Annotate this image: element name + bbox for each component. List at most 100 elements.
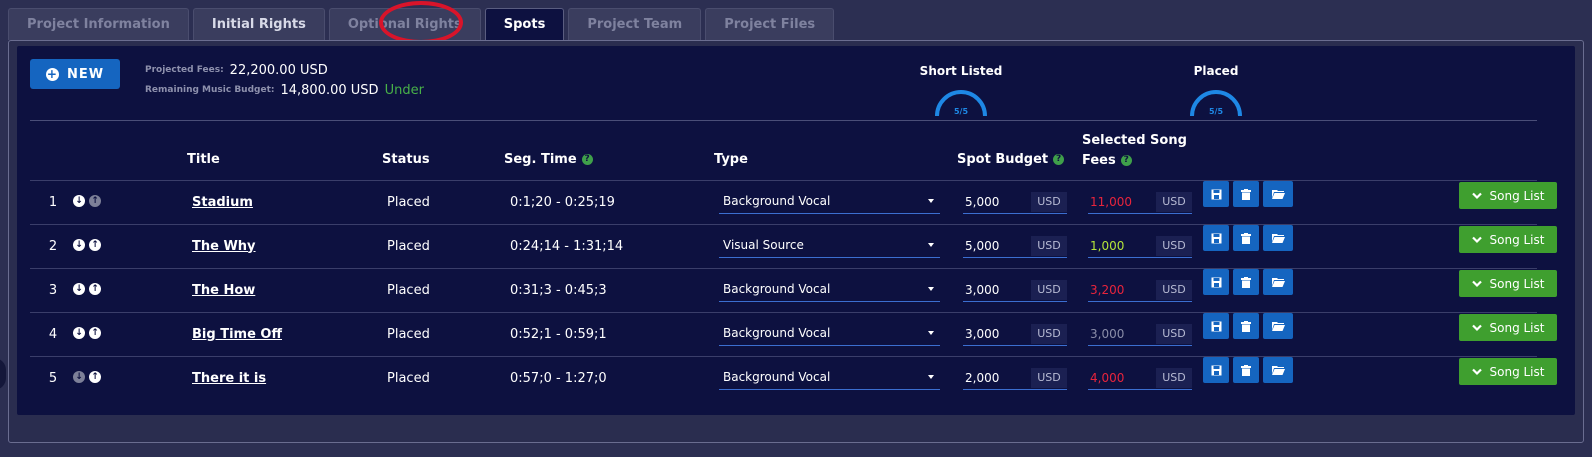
spot-status: Placed — [387, 194, 430, 210]
move-down-icon[interactable]: ↓ — [73, 283, 85, 295]
tab-optional-rights[interactable]: Optional Rights — [328, 8, 481, 40]
move-down-icon[interactable]: ↓ — [73, 195, 85, 207]
type-select-value: Background Vocal — [723, 369, 831, 384]
currency-suffix: USD — [1156, 279, 1192, 300]
projected-fees-value: 22,200.00 USD — [229, 62, 328, 78]
row-divider — [30, 224, 1537, 225]
move-up-icon[interactable]: ↑ — [89, 239, 101, 251]
chevron-down-icon — [1471, 192, 1482, 200]
currency-suffix: USD — [1156, 235, 1192, 256]
save-icon — [1211, 277, 1222, 288]
spot-budget-input[interactable]: 2,000 USD — [963, 366, 1067, 390]
row-divider — [30, 268, 1537, 269]
song-list-button[interactable]: Song List — [1459, 358, 1557, 385]
help-icon[interactable]: ? — [1053, 154, 1065, 165]
currency-suffix: USD — [1156, 367, 1192, 388]
tab-project-team[interactable]: Project Team — [568, 8, 702, 40]
caret-down-icon — [928, 374, 934, 379]
song-list-button[interactable]: Song List — [1459, 226, 1557, 253]
delete-button[interactable] — [1233, 357, 1259, 383]
song-list-button[interactable]: Song List — [1459, 314, 1557, 341]
type-select[interactable]: Background Vocal — [719, 320, 940, 346]
open-folder-button[interactable] — [1263, 313, 1293, 339]
delete-button[interactable] — [1233, 269, 1259, 295]
segment-time: 0:31;3 - 0:45;3 — [510, 282, 607, 298]
row-divider — [30, 180, 1537, 181]
song-list-button[interactable]: Song List — [1459, 270, 1557, 297]
type-select[interactable]: Visual Source — [719, 232, 940, 258]
help-icon[interactable]: ? — [1120, 155, 1132, 166]
spot-status: Placed — [387, 238, 430, 254]
spot-budget-value: 5,000 — [965, 238, 1000, 253]
column-header-status: Status — [382, 152, 430, 167]
open-folder-button[interactable] — [1263, 269, 1293, 295]
type-select[interactable]: Background Vocal — [719, 276, 940, 302]
type-select-value: Background Vocal — [723, 193, 831, 208]
song-list-label: Song List — [1489, 188, 1545, 203]
move-up-icon[interactable]: ↑ — [89, 195, 101, 207]
move-down-icon[interactable]: ↓ — [73, 327, 85, 339]
save-button[interactable] — [1203, 225, 1229, 251]
save-button[interactable] — [1203, 357, 1229, 383]
caret-down-icon — [928, 330, 934, 335]
song-fees-value: 1,000 — [1090, 238, 1125, 253]
spots-panel — [17, 46, 1575, 415]
song-list-button[interactable]: Song List — [1459, 182, 1557, 209]
help-icon[interactable]: ? — [581, 154, 593, 165]
save-button[interactable] — [1203, 313, 1229, 339]
open-folder-button[interactable] — [1263, 181, 1293, 207]
tab-project-information[interactable]: Project Information — [8, 8, 189, 40]
spot-title-link[interactable]: There it is — [192, 369, 266, 387]
move-down-icon[interactable]: ↓ — [73, 371, 85, 383]
segment-time: 0:1;20 - 0:25;19 — [510, 194, 615, 210]
type-select[interactable]: Background Vocal — [719, 188, 940, 214]
column-header-label: Seg. Time — [504, 152, 577, 167]
open-folder-button[interactable] — [1263, 357, 1293, 383]
spot-budget-input[interactable]: 5,000 USD — [963, 190, 1067, 214]
move-up-icon[interactable]: ↑ — [89, 283, 101, 295]
row-index: 1 — [48, 194, 58, 210]
spot-title-link[interactable]: The How — [192, 281, 255, 299]
save-button[interactable] — [1203, 181, 1229, 207]
gauge-title: Placed — [1193, 64, 1239, 78]
folder-icon — [1271, 365, 1285, 375]
song-fees-value: 3,200 — [1090, 282, 1125, 297]
tab-initial-rights[interactable]: Initial Rights — [192, 8, 325, 40]
delete-button[interactable] — [1233, 225, 1259, 251]
column-header-spot-budget: Spot Budget? — [957, 152, 1065, 167]
move-up-icon[interactable]: ↑ — [89, 327, 101, 339]
remaining-budget-label: Remaining Music Budget: — [145, 85, 275, 95]
fees-summary: Projected Fees: 22,200.00 USD Remaining … — [145, 60, 424, 100]
spot-title-link[interactable]: Big Time Off — [192, 325, 282, 343]
song-fees-value: 4,000 — [1090, 370, 1125, 385]
open-folder-button[interactable] — [1263, 225, 1293, 251]
new-spot-button[interactable]: + NEW — [30, 59, 120, 89]
spot-budget-input[interactable]: 5,000 USD — [963, 234, 1067, 258]
spot-status: Placed — [387, 326, 430, 342]
move-down-icon[interactable]: ↓ — [73, 239, 85, 251]
folder-icon — [1271, 321, 1285, 331]
spot-budget-input[interactable]: 3,000 USD — [963, 322, 1067, 346]
delete-button[interactable] — [1233, 181, 1259, 207]
tab-project-files[interactable]: Project Files — [705, 8, 835, 40]
currency-suffix: USD — [1031, 279, 1067, 300]
spot-budget-input[interactable]: 3,000 USD — [963, 278, 1067, 302]
header-divider — [30, 120, 1537, 121]
caret-down-icon — [928, 198, 934, 203]
spot-title-link[interactable]: The Why — [192, 237, 256, 255]
song-fees-field: 3,000 USD — [1088, 322, 1192, 346]
save-button[interactable] — [1203, 269, 1229, 295]
gauge-value: 5/5 — [954, 107, 968, 116]
trash-icon — [1241, 188, 1251, 200]
save-icon — [1211, 321, 1222, 332]
side-handle[interactable] — [0, 358, 6, 390]
chevron-down-icon — [1471, 324, 1482, 332]
currency-suffix: USD — [1156, 323, 1192, 344]
move-up-icon[interactable]: ↑ — [89, 371, 101, 383]
tab-spots[interactable]: Spots — [484, 8, 565, 40]
currency-suffix: USD — [1156, 191, 1192, 212]
spot-title-link[interactable]: Stadium — [192, 193, 253, 211]
spot-budget-value: 2,000 — [965, 370, 1000, 385]
type-select[interactable]: Background Vocal — [719, 364, 940, 390]
delete-button[interactable] — [1233, 313, 1259, 339]
